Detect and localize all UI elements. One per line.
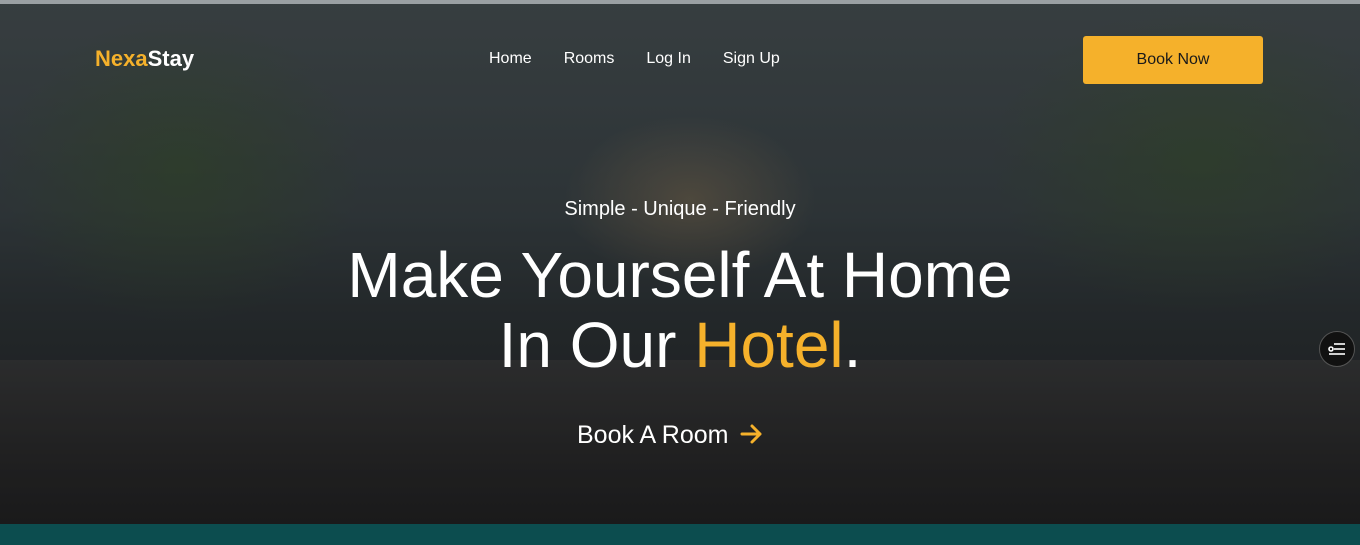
settings-sliders-icon[interactable]	[1319, 331, 1355, 367]
hero-section: NexaStay Home Rooms Log In Sign Up Book …	[0, 0, 1360, 524]
hero-headline-suffix: .	[843, 309, 862, 381]
book-room-link[interactable]: Book A Room	[577, 421, 764, 450]
hero-tagline: Simple - Unique - Friendly	[564, 198, 796, 220]
arrow-right-icon	[740, 422, 764, 450]
brand-logo[interactable]: NexaStay	[95, 46, 194, 72]
hero-headline: Make Yourself At Home In Our Hotel.	[0, 240, 1360, 380]
footer-strip	[0, 524, 1360, 545]
book-room-label: Book A Room	[577, 421, 729, 449]
hero-headline-prefix: In Our	[498, 309, 695, 381]
hero-headline-highlight: Hotel	[694, 309, 844, 381]
nav-signup[interactable]: Sign Up	[723, 50, 780, 68]
nav-login[interactable]: Log In	[646, 50, 690, 68]
top-divider	[0, 0, 1360, 4]
brand-logo-text: Stay	[147, 46, 195, 71]
nav-home[interactable]: Home	[489, 50, 532, 68]
nav-rooms[interactable]: Rooms	[564, 50, 615, 68]
main-nav: Home Rooms Log In Sign Up	[489, 50, 780, 68]
brand-logo-accent: Nexa	[95, 46, 148, 71]
hero-headline-line1: Make Yourself At Home	[347, 239, 1013, 311]
book-now-button[interactable]: Book Now	[1083, 36, 1263, 84]
hero-headline-line2: In Our Hotel.	[0, 310, 1360, 380]
